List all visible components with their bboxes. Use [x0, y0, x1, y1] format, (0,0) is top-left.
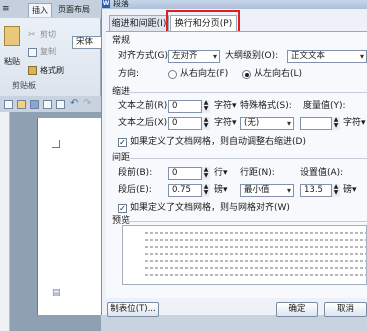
line-spacing-label: 行距(N):: [240, 168, 275, 178]
divider: [128, 92, 367, 93]
setting-value-unit[interactable]: 磅▾: [343, 183, 357, 197]
outline-level-label: 大纲级别(O):: [225, 51, 279, 61]
cut-icon[interactable]: ✂: [28, 30, 36, 40]
paragraph-mark-icon: ▤: [52, 288, 61, 298]
auto-right-indent-label: 如果定义了文档网格，则自动调整右缩进(D): [130, 137, 306, 147]
rtl-radio[interactable]: [168, 70, 177, 79]
section-spacing: 间距: [112, 153, 131, 163]
preview-line: [145, 274, 367, 276]
print-icon[interactable]: [43, 100, 52, 109]
section-general: 常规: [112, 36, 131, 46]
space-before-unit[interactable]: 行▾: [214, 166, 228, 180]
preview-line: [145, 239, 367, 241]
section-indent: 缩进: [112, 87, 131, 97]
direction-label: 方向:: [118, 69, 140, 79]
copy-icon[interactable]: [28, 48, 37, 57]
copy-button[interactable]: 复制: [40, 45, 56, 59]
undo-icon[interactable]: ↶: [70, 98, 78, 109]
paste-button[interactable]: 粘贴: [4, 55, 20, 69]
indent-before-unit[interactable]: 字符▾: [214, 99, 237, 113]
clipboard-group-label: 剪贴板: [12, 81, 36, 90]
indent-before-spinner[interactable]: ▲ ▼: [201, 100, 210, 113]
page-corner-mark: [52, 140, 60, 148]
divider: [128, 158, 367, 159]
space-after-spinner[interactable]: ▲ ▼: [201, 184, 210, 197]
setting-value-spinner[interactable]: ▲ ▼: [331, 184, 340, 197]
preview-line: [145, 232, 367, 234]
ltr-radio[interactable]: [242, 70, 251, 79]
outline-level-select[interactable]: 正文文本: [287, 50, 367, 63]
redo-icon[interactable]: ↷: [83, 98, 91, 109]
snap-to-grid-checkbox[interactable]: ✓: [118, 204, 127, 213]
app-logo-icon: W: [102, 0, 110, 8]
tab-page-layout[interactable]: 页面布局: [55, 3, 93, 17]
setting-value-label: 设置值(A):: [300, 168, 344, 178]
dialog-titlebar: [101, 0, 367, 9]
space-before-label: 段前(B):: [118, 168, 153, 178]
preview-line: [145, 246, 367, 248]
space-after-label: 段后(E):: [118, 185, 152, 195]
alignment-select[interactable]: 左对齐: [168, 50, 220, 63]
format-painter-button[interactable]: 格式刷: [40, 64, 64, 78]
menu-icon[interactable]: ≡: [2, 4, 12, 14]
preview-line: [145, 260, 367, 262]
snap-to-grid-label: 如果定义了文档网格，则与网格对齐(W): [130, 203, 290, 213]
line-spacing-select[interactable]: 最小值: [240, 184, 294, 197]
print-preview-icon[interactable]: [56, 100, 65, 109]
cut-button[interactable]: 剪切: [40, 28, 56, 42]
new-document-icon[interactable]: [4, 100, 13, 109]
alignment-label: 对齐方式(G):: [118, 51, 172, 61]
preview-box: [122, 225, 367, 285]
paste-icon[interactable]: [4, 26, 20, 46]
space-before-spinner[interactable]: ▲ ▼: [201, 167, 210, 180]
indent-before-label: 文本之前(R):: [118, 101, 171, 111]
indent-after-spinner[interactable]: ▲ ▼: [201, 117, 210, 130]
indent-after-unit[interactable]: 字符▾: [214, 116, 237, 130]
font-name-field[interactable]: 宋体: [72, 36, 101, 49]
measure-unit[interactable]: 字符▾: [343, 116, 366, 130]
preview-line: [145, 267, 367, 269]
space-after-unit[interactable]: 磅▾: [214, 183, 228, 197]
ltr-label: 从左向右(L): [254, 69, 303, 79]
measure-spinner[interactable]: ▲ ▼: [331, 117, 340, 130]
indent-after-label: 文本之后(X):: [118, 118, 171, 128]
tab-insert[interactable]: 插入: [28, 3, 52, 17]
preview-line: [145, 253, 367, 255]
document-page[interactable]: [37, 118, 101, 315]
dialog-title: 段落: [113, 0, 129, 8]
special-format-label: 特殊格式(S):: [240, 101, 292, 111]
auto-right-indent-checkbox[interactable]: ✓: [118, 138, 127, 147]
measure-label: 度量值(Y):: [303, 101, 346, 111]
format-painter-icon[interactable]: [28, 66, 37, 75]
tab-indent-spacing[interactable]: 缩进和间距(I): [109, 15, 169, 31]
open-folder-icon[interactable]: [17, 100, 26, 109]
special-format-select[interactable]: (无): [240, 117, 294, 130]
rtl-label: 从右向左(F): [180, 69, 229, 79]
vertical-ruler: [0, 112, 10, 331]
divider: [128, 221, 367, 222]
save-icon[interactable]: [30, 100, 39, 109]
